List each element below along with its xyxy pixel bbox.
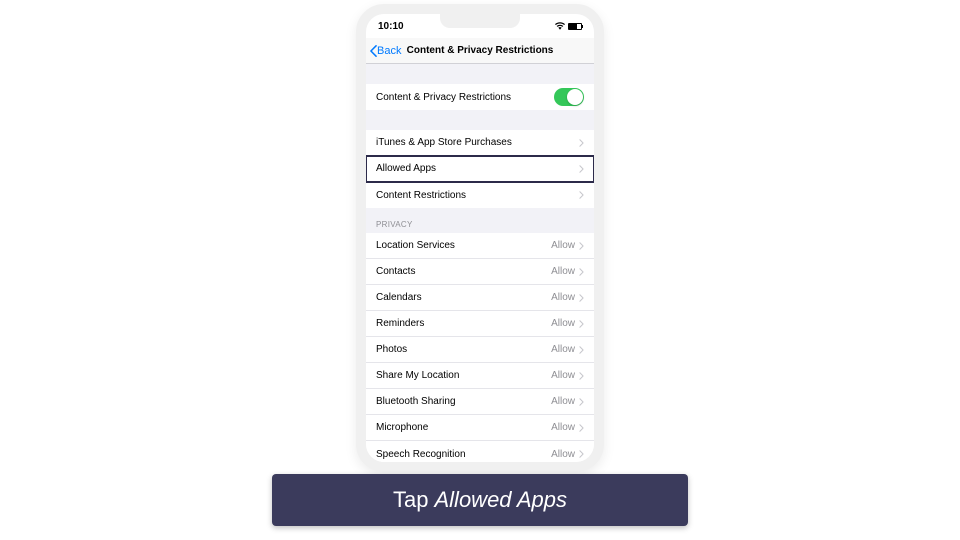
caption-prefix: Tap [393,487,428,513]
row-label: Content & Privacy Restrictions [376,92,511,103]
row-speech-recognition[interactable]: Speech Recognition Allow [366,441,594,462]
chevron-right-icon [579,294,584,302]
row-label: Location Services [376,240,455,251]
instruction-caption: Tap Allowed Apps [272,474,688,526]
row-value: Allow [551,240,575,251]
phone-frame: 10:10 Back Content & Privacy Restriction… [356,4,604,472]
row-label: Speech Recognition [376,449,466,460]
row-label: Allowed Apps [376,163,436,174]
section-header-privacy: Privacy [366,208,594,233]
row-value: Allow [551,266,575,277]
back-label: Back [377,45,401,57]
nav-bar: Back Content & Privacy Restrictions [366,38,594,64]
row-value: Allow [551,422,575,433]
row-label: Calendars [376,292,422,303]
chevron-right-icon [579,398,584,406]
row-content-restrictions[interactable]: Content Restrictions [366,182,594,208]
chevron-right-icon [579,139,584,147]
caption-emphasis: Allowed Apps [435,487,567,513]
chevron-right-icon [579,346,584,354]
wifi-icon [555,22,565,30]
row-microphone[interactable]: Microphone Allow [366,415,594,441]
row-label: Content Restrictions [376,190,466,201]
row-label: Microphone [376,422,428,433]
back-button[interactable]: Back [366,45,401,57]
row-allowed-apps[interactable]: Allowed Apps [366,156,594,182]
chevron-right-icon [579,268,584,276]
row-value: Allow [551,318,575,329]
chevron-right-icon [579,191,584,199]
chevron-right-icon [579,424,584,432]
row-label: iTunes & App Store Purchases [376,137,512,148]
chevron-right-icon [579,450,584,458]
row-value: Allow [551,449,575,460]
row-value: Allow [551,370,575,381]
row-photos[interactable]: Photos Allow [366,337,594,363]
row-share-my-location[interactable]: Share My Location Allow [366,363,594,389]
nav-title: Content & Privacy Restrictions [407,45,554,56]
row-value: Allow [551,292,575,303]
chevron-right-icon [579,165,584,173]
row-content-privacy-toggle[interactable]: Content & Privacy Restrictions [366,84,594,110]
settings-content[interactable]: Content & Privacy Restrictions iTunes & … [366,64,594,462]
status-right [555,22,582,30]
row-reminders[interactable]: Reminders Allow [366,311,594,337]
row-label: Bluetooth Sharing [376,396,456,407]
row-label: Photos [376,344,407,355]
phone-notch [440,14,520,28]
row-bluetooth-sharing[interactable]: Bluetooth Sharing Allow [366,389,594,415]
row-contacts[interactable]: Contacts Allow [366,259,594,285]
chevron-right-icon [579,320,584,328]
row-calendars[interactable]: Calendars Allow [366,285,594,311]
row-location-services[interactable]: Location Services Allow [366,233,594,259]
chevron-left-icon [370,45,377,57]
phone-screen: 10:10 Back Content & Privacy Restriction… [366,14,594,462]
row-value: Allow [551,396,575,407]
row-itunes-purchases[interactable]: iTunes & App Store Purchases [366,130,594,156]
battery-icon [568,23,582,30]
chevron-right-icon [579,372,584,380]
row-value: Allow [551,344,575,355]
status-time: 10:10 [378,21,404,32]
chevron-right-icon [579,242,584,250]
toggle-switch[interactable] [554,88,584,106]
row-label: Contacts [376,266,415,277]
row-label: Reminders [376,318,424,329]
row-label: Share My Location [376,370,459,381]
